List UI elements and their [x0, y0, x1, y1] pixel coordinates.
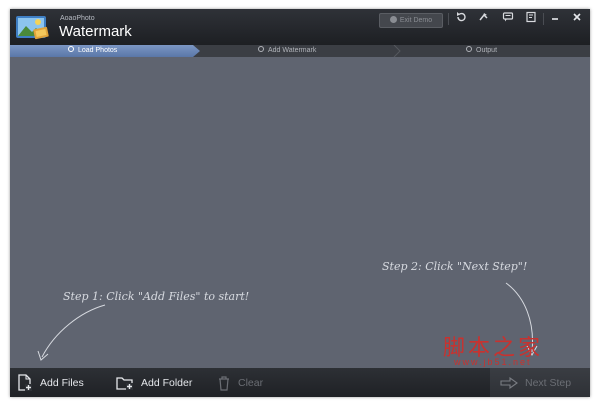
add-folder-label: Add Folder: [141, 377, 193, 389]
next-step-button[interactable]: Next Step: [500, 372, 571, 394]
step-output[interactable]: Output: [466, 45, 497, 57]
step-dot-icon: [466, 46, 472, 52]
step-label: Load Photos: [78, 47, 118, 54]
step1-hint: Step 1: Click "Add Files" to start!: [63, 290, 250, 303]
next-step-area: Next Step: [490, 368, 590, 397]
add-file-icon: [18, 374, 32, 392]
register-icon[interactable]: [522, 11, 540, 27]
add-folder-button[interactable]: Add Folder: [116, 372, 192, 394]
exit-demo-label: Exit Demo: [399, 17, 433, 24]
hint-arrows: [37, 282, 538, 361]
step-label: Output: [476, 47, 498, 54]
step-dot-icon: [68, 46, 74, 52]
clear-button[interactable]: Clear: [217, 372, 263, 394]
step2-hint: Step 2: Click "Next Step"!: [382, 260, 528, 273]
chat-icon[interactable]: [499, 11, 517, 27]
add-files-button[interactable]: Add Files: [17, 372, 84, 394]
exit-demo-button[interactable]: Exit Demo: [379, 13, 443, 28]
app-vendor-label: AoaoPhoto: [60, 15, 95, 22]
share-icon[interactable]: [475, 11, 493, 27]
title-bar: AoaoPhoto Watermark Exit Demo: [10, 9, 590, 45]
step-label: Add Watermark: [268, 47, 317, 54]
next-step-label: Next Step: [525, 377, 572, 389]
close-icon[interactable]: [568, 11, 586, 27]
step-dot-icon: [258, 46, 264, 52]
step-chevron-icon: [393, 45, 401, 57]
add-files-label: Add Files: [40, 377, 84, 389]
clear-label: Clear: [238, 377, 264, 389]
info-icon: [389, 16, 397, 23]
toolbar-separator: [448, 13, 449, 25]
step-bar: Load Photos Add Watermark Output: [10, 45, 590, 57]
step-load-photos[interactable]: Load Photos: [68, 45, 117, 57]
toolbar-separator: [543, 13, 544, 25]
app-title: Watermark: [59, 23, 132, 40]
minimize-icon[interactable]: [546, 11, 564, 27]
app-window: AoaoPhoto Watermark Exit Demo Load Photo…: [10, 9, 590, 397]
add-folder-icon: [116, 377, 133, 391]
photo-drop-area[interactable]: Step 1: Click "Add Files" to start! Step…: [10, 57, 590, 368]
site-watermark-url: www.jb51.net: [454, 357, 532, 367]
step-add-watermark[interactable]: Add Watermark: [258, 45, 316, 57]
arrow-right-icon: [500, 377, 518, 390]
undo-icon[interactable]: [452, 11, 470, 27]
app-logo-icon: [16, 16, 49, 40]
trash-icon: [219, 376, 229, 391]
